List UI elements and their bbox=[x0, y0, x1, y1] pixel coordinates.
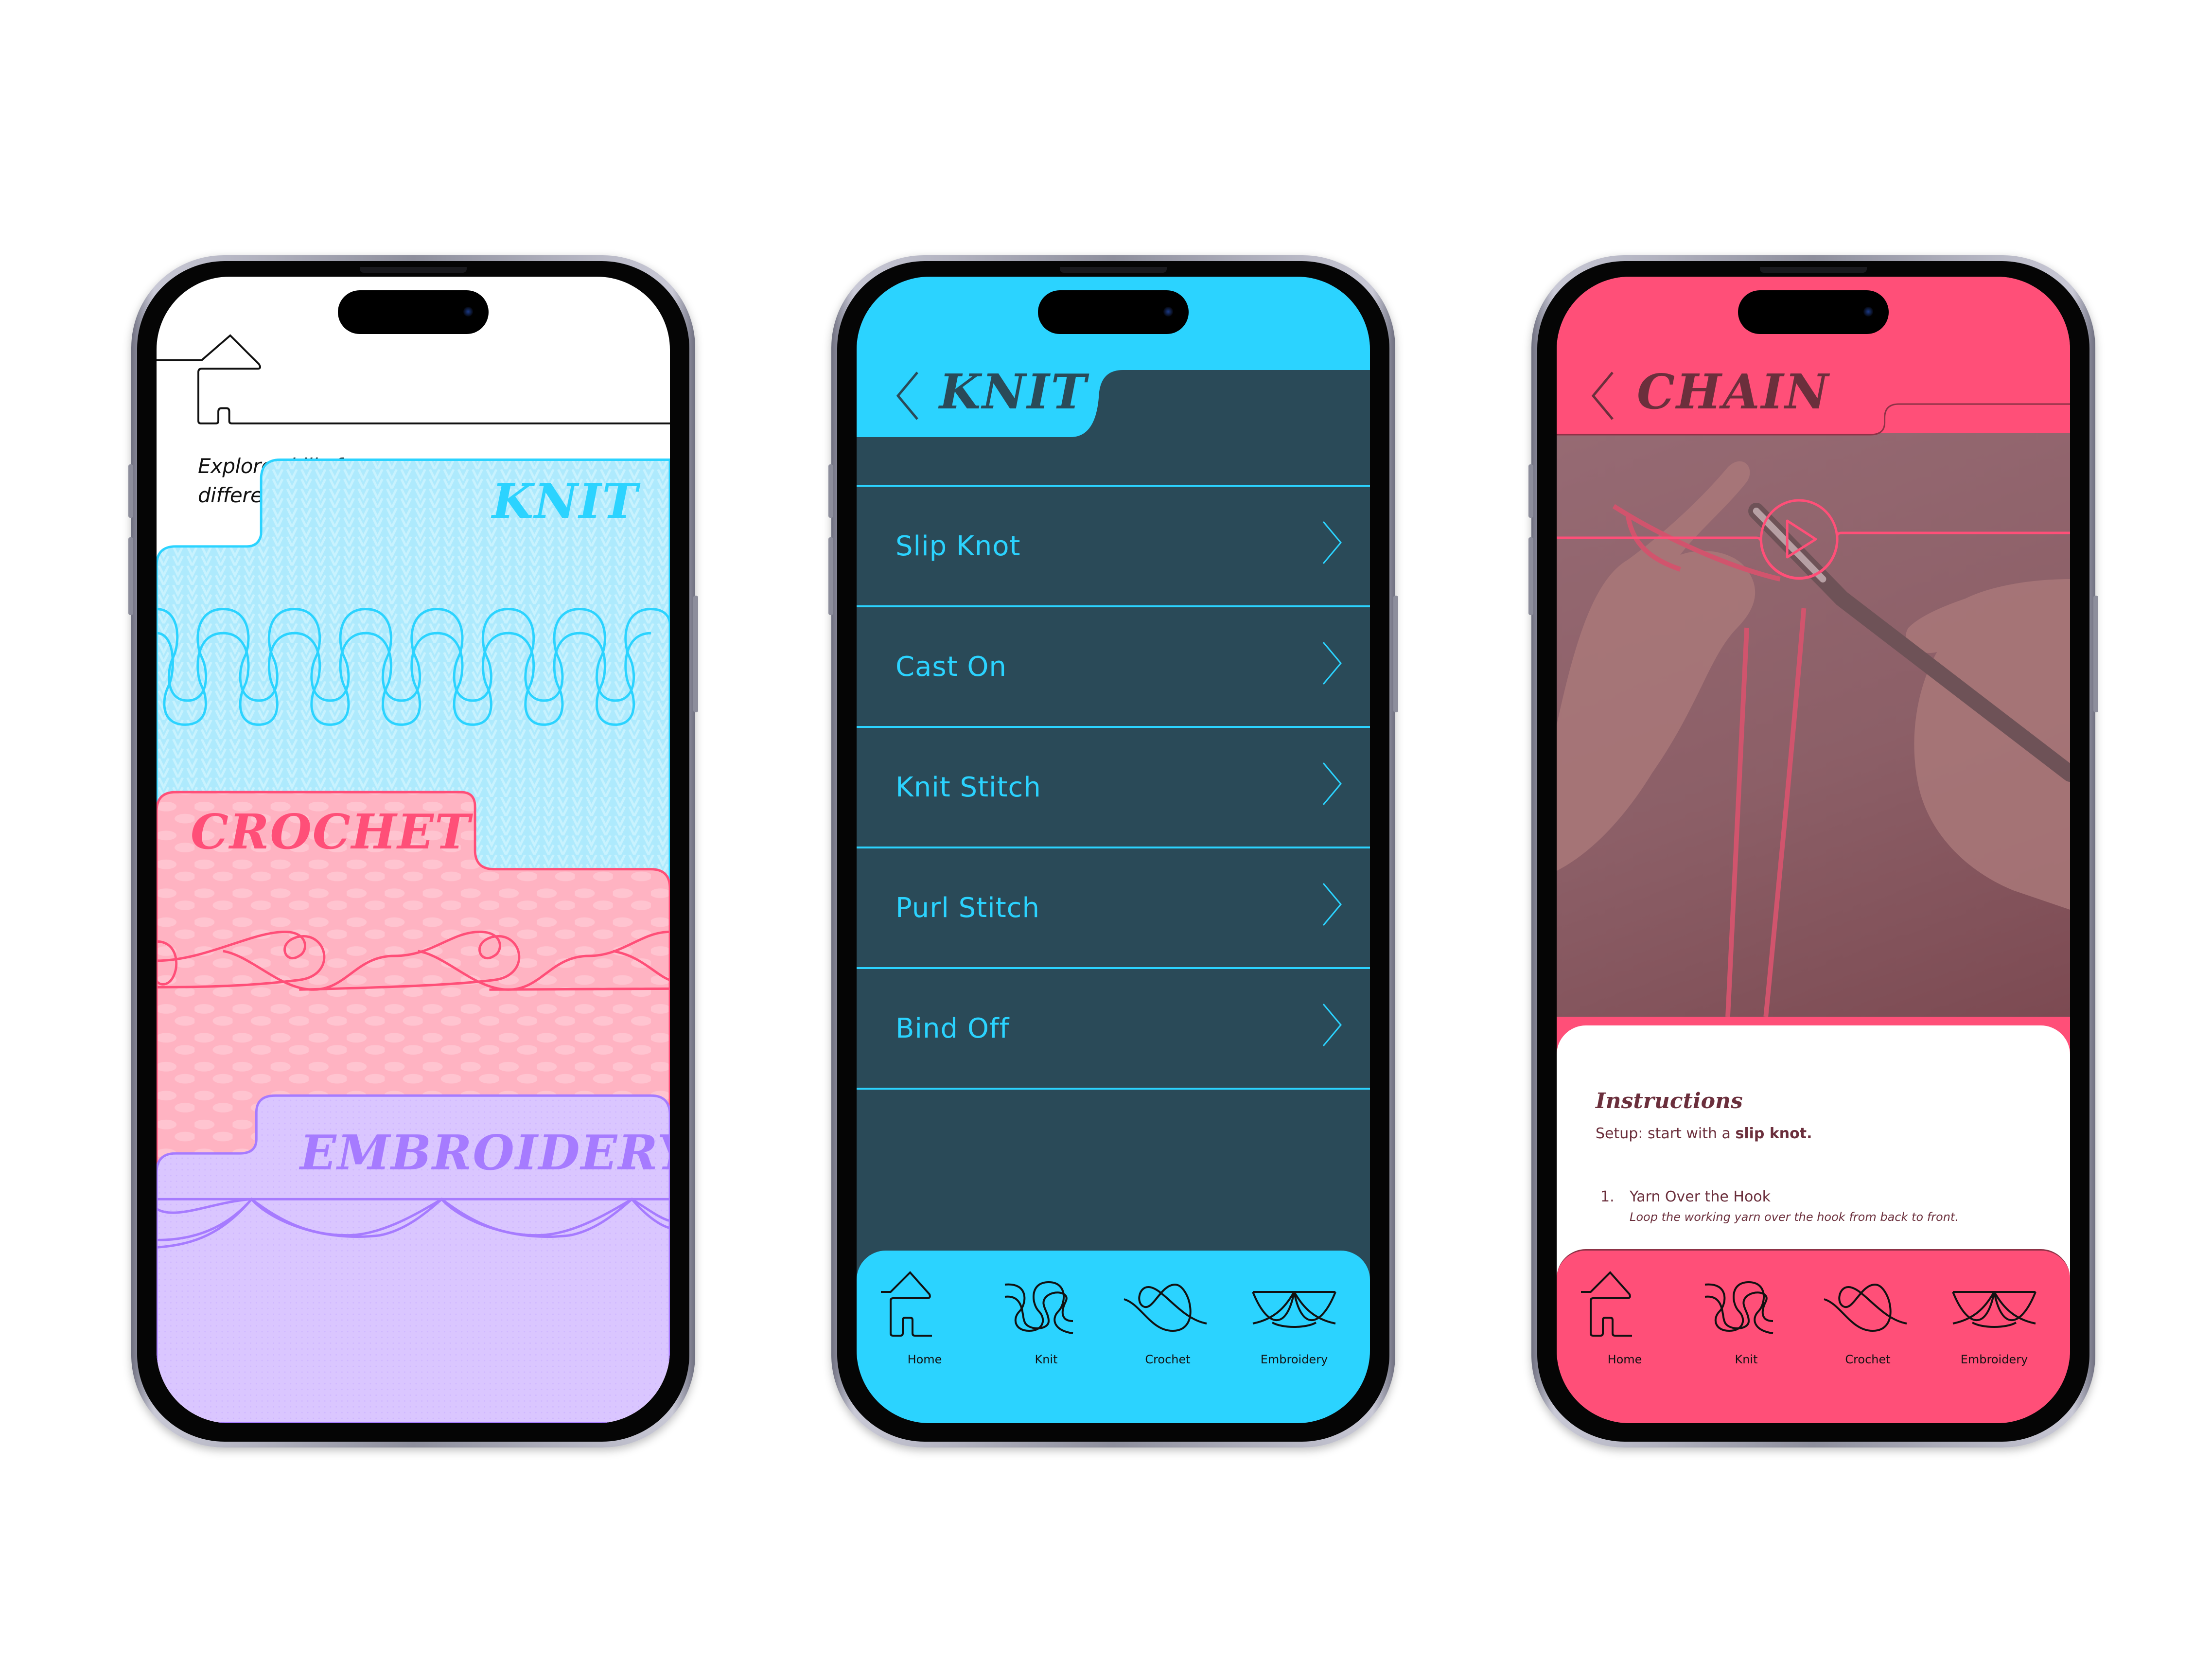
side-button bbox=[1528, 464, 1533, 518]
side-button bbox=[2093, 596, 2098, 712]
knit-icon bbox=[1000, 1270, 1092, 1343]
tab-knit[interactable]: Knit bbox=[1698, 1270, 1795, 1366]
chevron-right-icon bbox=[1322, 1003, 1342, 1047]
bottom-tab-bar: Home Knit Crochet Embroidery bbox=[857, 1251, 1370, 1423]
knit-icon bbox=[1700, 1270, 1792, 1343]
home-icon bbox=[878, 1270, 971, 1343]
tab-label: Embroidery bbox=[1260, 1353, 1328, 1366]
home-icon bbox=[1579, 1270, 1671, 1343]
list-item[interactable]: Cast On bbox=[857, 605, 1370, 726]
tab-label: Home bbox=[907, 1353, 942, 1366]
step-title: Yarn Over the Hook bbox=[1630, 1188, 1771, 1205]
side-button bbox=[128, 537, 133, 615]
tab-label: Knit bbox=[1035, 1353, 1058, 1366]
embroidery-icon bbox=[1948, 1270, 2040, 1343]
step-description: Loop the working yarn over the hook from… bbox=[1630, 1210, 1959, 1224]
side-button bbox=[1393, 596, 1398, 712]
setup-text: Setup: start with a slip knot. bbox=[1596, 1125, 1812, 1142]
embroidery-icon bbox=[1248, 1270, 1340, 1343]
instruction-step: 1. Yarn Over the Hook Loop the working ya… bbox=[1600, 1188, 1959, 1224]
tab-embroidery[interactable]: Embroidery bbox=[1246, 1270, 1343, 1366]
list-item-label: Slip Knot bbox=[895, 530, 1021, 562]
camera-icon bbox=[1863, 307, 1873, 317]
dynamic-island bbox=[338, 290, 489, 334]
chevron-left-icon[interactable] bbox=[893, 371, 922, 420]
video-thumbnail bbox=[1557, 461, 2070, 1017]
dynamic-island bbox=[1038, 290, 1189, 334]
screen: CHAIN Instructions Setup: start with a s… bbox=[1557, 277, 2070, 1423]
tab-knit[interactable]: Knit bbox=[998, 1270, 1095, 1366]
camera-icon bbox=[1163, 307, 1173, 317]
bezel: CHAIN Instructions Setup: start with a s… bbox=[1537, 261, 2089, 1442]
chevron-left-icon[interactable] bbox=[1588, 371, 1617, 420]
speaker bbox=[1760, 267, 1867, 273]
setup-link-slip-knot[interactable]: slip knot. bbox=[1735, 1125, 1812, 1142]
side-button bbox=[128, 464, 133, 518]
category-title-knit[interactable]: KNIT bbox=[492, 474, 639, 529]
speaker bbox=[360, 267, 467, 273]
category-title-crochet[interactable]: CROCHET bbox=[191, 804, 471, 860]
tab-label: Crochet bbox=[1845, 1353, 1891, 1366]
tab-label: Knit bbox=[1735, 1353, 1758, 1366]
list-item[interactable]: Slip Knot bbox=[857, 485, 1370, 605]
chevron-right-icon bbox=[1322, 641, 1342, 685]
camera-icon bbox=[463, 307, 473, 317]
chevron-right-icon bbox=[1322, 762, 1342, 806]
page-title: KNIT bbox=[939, 364, 1088, 420]
tab-home[interactable]: Home bbox=[1576, 1270, 1673, 1366]
tab-label: Embroidery bbox=[1960, 1353, 2028, 1366]
side-button bbox=[828, 537, 833, 615]
phone-home-screen: Explore skills for different craft types bbox=[128, 255, 698, 1447]
crochet-icon bbox=[1822, 1270, 1914, 1343]
list-item[interactable]: Knit Stitch bbox=[857, 726, 1370, 847]
instructions-heading: Instructions bbox=[1596, 1089, 1743, 1113]
list-item-label: Knit Stitch bbox=[895, 771, 1041, 803]
tab-home[interactable]: Home bbox=[876, 1270, 973, 1366]
list-item[interactable]: Bind Off bbox=[857, 967, 1370, 1090]
list-item-label: Purl Stitch bbox=[895, 892, 1040, 924]
tab-embroidery[interactable]: Embroidery bbox=[1946, 1270, 2043, 1366]
chevron-right-icon bbox=[1322, 521, 1342, 565]
screen: KNIT Slip Knot Cast On Knit Stitch Purl … bbox=[857, 277, 1370, 1423]
chevron-right-icon bbox=[1322, 882, 1342, 926]
step-number: 1. bbox=[1600, 1188, 1615, 1205]
bezel: KNIT Slip Knot Cast On Knit Stitch Purl … bbox=[837, 261, 1389, 1442]
side-button bbox=[693, 596, 698, 712]
video-player[interactable] bbox=[1557, 433, 2070, 1017]
tab-label: Home bbox=[1607, 1353, 1642, 1366]
tab-label: Crochet bbox=[1145, 1353, 1191, 1366]
phone-knit-screen: KNIT Slip Knot Cast On Knit Stitch Purl … bbox=[828, 255, 1398, 1447]
setup-prefix: Setup: start with a bbox=[1596, 1125, 1736, 1142]
bezel: Explore skills for different craft types bbox=[137, 261, 689, 1442]
tab-crochet[interactable]: Crochet bbox=[1819, 1270, 1916, 1366]
phone-chain-screen: CHAIN Instructions Setup: start with a s… bbox=[1528, 255, 2098, 1447]
tab-crochet[interactable]: Crochet bbox=[1119, 1270, 1216, 1366]
list-item[interactable]: Purl Stitch bbox=[857, 847, 1370, 967]
skill-list: Slip Knot Cast On Knit Stitch Purl Stitc… bbox=[857, 485, 1370, 1090]
category-title-embroidery[interactable]: EMBROIDERY bbox=[300, 1125, 670, 1181]
dynamic-island bbox=[1738, 290, 1889, 334]
side-button bbox=[828, 464, 833, 518]
list-item-label: Cast On bbox=[895, 651, 1007, 683]
crochet-icon bbox=[1122, 1270, 1214, 1343]
speaker bbox=[1060, 267, 1167, 273]
screen: Explore skills for different craft types bbox=[157, 277, 670, 1423]
bottom-tab-bar: Home Knit Crochet Embroidery bbox=[1557, 1249, 2070, 1423]
list-item-label: Bind Off bbox=[895, 1012, 1010, 1044]
side-button bbox=[1528, 537, 1533, 615]
page-title-overlay: CHAIN bbox=[1637, 364, 1830, 420]
